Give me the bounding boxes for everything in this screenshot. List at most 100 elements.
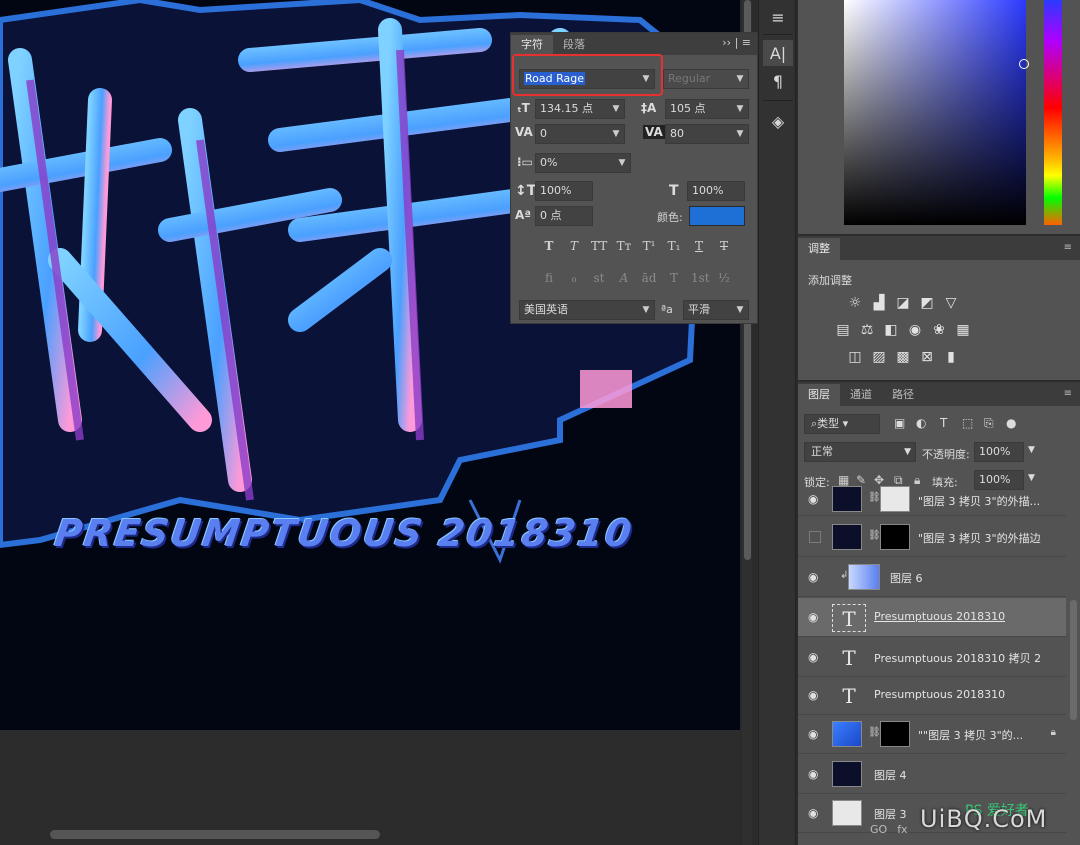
layer-row[interactable]: ◉ ⛓ "图层 3 拷贝 3"的外描...	[798, 484, 1066, 516]
character-panel-icon[interactable]: A|	[763, 40, 793, 66]
curves-icon[interactable]: ◪	[894, 294, 912, 312]
vibrance-icon[interactable]: ▽	[942, 294, 960, 312]
faux-bold-button[interactable]: T	[541, 238, 557, 254]
font-size-field[interactable]: 134.15 点 ▼	[535, 99, 625, 119]
eye-icon[interactable]: ◉	[808, 688, 822, 702]
layer-row[interactable]: ⛓ "图层 3 拷贝 3"的外描边	[798, 518, 1066, 557]
chevron-down-icon[interactable]: ▼	[1028, 473, 1035, 483]
eye-icon[interactable]: ◉	[808, 650, 822, 664]
link-layers-icon[interactable]: GO	[870, 823, 887, 836]
color-balance-icon[interactable]: ⚖	[858, 321, 876, 339]
stylistic-alternates-button[interactable]: A	[616, 270, 632, 286]
eye-icon[interactable]: ◉	[808, 492, 822, 506]
tsume-icon: ⁝▭	[517, 155, 533, 169]
layer-row[interactable]: ◉ T Presumptuous 2018310 拷贝 2	[798, 638, 1066, 677]
panel-menu-icon[interactable]: ›› | ≡	[722, 36, 751, 49]
brightness-icon[interactable]: ☼	[846, 294, 864, 312]
ordinals-button[interactable]: 1st	[691, 270, 710, 286]
chevron-down-icon[interactable]: ▼	[1028, 445, 1035, 455]
leading-field[interactable]: 105 点 ▼	[665, 99, 749, 119]
eye-icon[interactable]: ◉	[808, 570, 822, 584]
blend-mode-select[interactable]: 正常 ▼	[804, 442, 916, 462]
gradient-map-icon[interactable]: ▮	[942, 348, 960, 366]
superscript-button[interactable]: T¹	[641, 238, 657, 254]
eye-icon[interactable]: ◉	[808, 806, 822, 820]
fractions-button[interactable]: ½	[716, 270, 732, 286]
layers-scrollbar-thumb[interactable]	[1070, 600, 1077, 720]
link-icon[interactable]: ⛓	[868, 492, 881, 503]
tab-layers[interactable]: 图层	[798, 384, 840, 406]
ligatures-button[interactable]: fi	[541, 270, 557, 286]
font-style-select[interactable]: Regular ▼	[663, 69, 749, 89]
eye-icon[interactable]: ◉	[808, 727, 822, 741]
text-color-swatch[interactable]	[689, 206, 745, 226]
antialias-select[interactable]: 平滑 ▼	[683, 300, 749, 320]
tab-paths[interactable]: 路径	[882, 384, 924, 406]
discretionary-ligatures-button[interactable]: ℴ	[566, 270, 582, 286]
panel-menu-icon[interactable]: ≡	[1064, 242, 1072, 253]
subscript-button[interactable]: T₁	[666, 238, 682, 254]
language-select[interactable]: 美国英语 ▼	[519, 300, 655, 320]
kerning-field[interactable]: 0 ▼	[535, 124, 625, 144]
opacity-field[interactable]: 100%	[974, 442, 1024, 462]
swash-button[interactable]: st	[591, 270, 607, 286]
baseline-shift-field[interactable]: 0 点	[535, 206, 593, 226]
paragraph-icon[interactable]: ¶	[763, 68, 793, 94]
baseline-shift-value: 0 点	[540, 209, 562, 222]
link-icon[interactable]: ⛓	[868, 530, 881, 541]
strikethrough-button[interactable]: T	[716, 238, 732, 254]
color-lookup-icon[interactable]: ▦	[954, 321, 972, 339]
tab-paragraph[interactable]: 段落	[553, 35, 595, 55]
eye-hidden-icon[interactable]	[809, 531, 821, 543]
adjustment-filter-icon[interactable]: ◐	[916, 416, 926, 430]
levels-icon[interactable]: ▟	[870, 294, 888, 312]
shape-filter-icon[interactable]: ⬚	[962, 416, 973, 430]
layer-filter-select[interactable]: ⌕类型 ▾	[804, 414, 880, 434]
color-picker-marker[interactable]	[1019, 59, 1029, 69]
panel-menu-icon[interactable]: ≡	[1064, 388, 1072, 399]
tab-channels[interactable]: 通道	[840, 384, 882, 406]
hue-saturation-icon[interactable]: ▤	[834, 321, 852, 339]
layer-row[interactable]: ◉ ↲ 图层 6	[798, 558, 1066, 597]
pixel-filter-icon[interactable]: ▣	[894, 416, 905, 430]
tracking-field[interactable]: 80 ▼	[665, 124, 749, 144]
adjust-sliders-icon[interactable]: ≡	[763, 4, 793, 30]
tsume-field[interactable]: 0% ▼	[535, 153, 631, 173]
all-caps-button[interactable]: TT	[591, 238, 607, 254]
channel-mixer-icon[interactable]: ❀	[930, 321, 948, 339]
titling-alternates-button[interactable]: ād	[641, 270, 657, 286]
fx-icon[interactable]: fx	[897, 823, 907, 836]
black-white-icon[interactable]: ◧	[882, 321, 900, 339]
threshold-icon[interactable]: ▩	[894, 348, 912, 366]
horizontal-scale-field[interactable]: 100%	[687, 181, 745, 201]
faux-italic-button[interactable]: T	[566, 238, 582, 254]
layer-row[interactable]: ◉ ⛓ ""图层 3 拷贝 3"的... 🔒︎	[798, 715, 1066, 754]
smart-object-filter-icon[interactable]: ⎘	[984, 416, 994, 431]
exposure-icon[interactable]: ◩	[918, 294, 936, 312]
filter-toggle-icon[interactable]: ●	[1006, 416, 1016, 430]
eye-icon[interactable]: ◉	[808, 767, 822, 781]
divider	[763, 34, 793, 35]
underline-button[interactable]: T	[691, 238, 707, 254]
posterize-icon[interactable]: ▨	[870, 348, 888, 366]
eye-icon[interactable]: ◉	[808, 610, 822, 624]
horizontal-scale-icon: T	[669, 183, 679, 199]
tab-adjustments[interactable]: 调整	[798, 238, 840, 260]
font-family-select[interactable]: Road Rage ▼	[519, 69, 655, 89]
tab-character[interactable]: 字符	[511, 35, 553, 55]
link-icon[interactable]: ⛓	[868, 727, 881, 738]
ordinals-t-button[interactable]: T	[666, 270, 682, 286]
invert-icon[interactable]: ◫	[846, 348, 864, 366]
vertical-scale-field[interactable]: 100%	[535, 181, 593, 201]
type-filter-icon[interactable]: T	[940, 416, 947, 430]
selective-color-icon[interactable]: ⊠	[918, 348, 936, 366]
layer-row[interactable]: ◉ 图层 4	[798, 755, 1066, 794]
photo-filter-icon[interactable]: ◉	[906, 321, 924, 339]
color-picker-field[interactable]	[844, 0, 1026, 225]
3d-cube-icon[interactable]: ◈	[763, 108, 793, 134]
hue-slider[interactable]	[1044, 0, 1062, 225]
layer-row[interactable]: ◉ T Presumptuous 2018310	[798, 676, 1066, 715]
layer-row[interactable]: ◉ T Presumptuous 2018310	[798, 598, 1066, 637]
small-caps-button[interactable]: Tт	[616, 238, 632, 254]
horizontal-scrollbar-thumb[interactable]	[50, 830, 380, 839]
